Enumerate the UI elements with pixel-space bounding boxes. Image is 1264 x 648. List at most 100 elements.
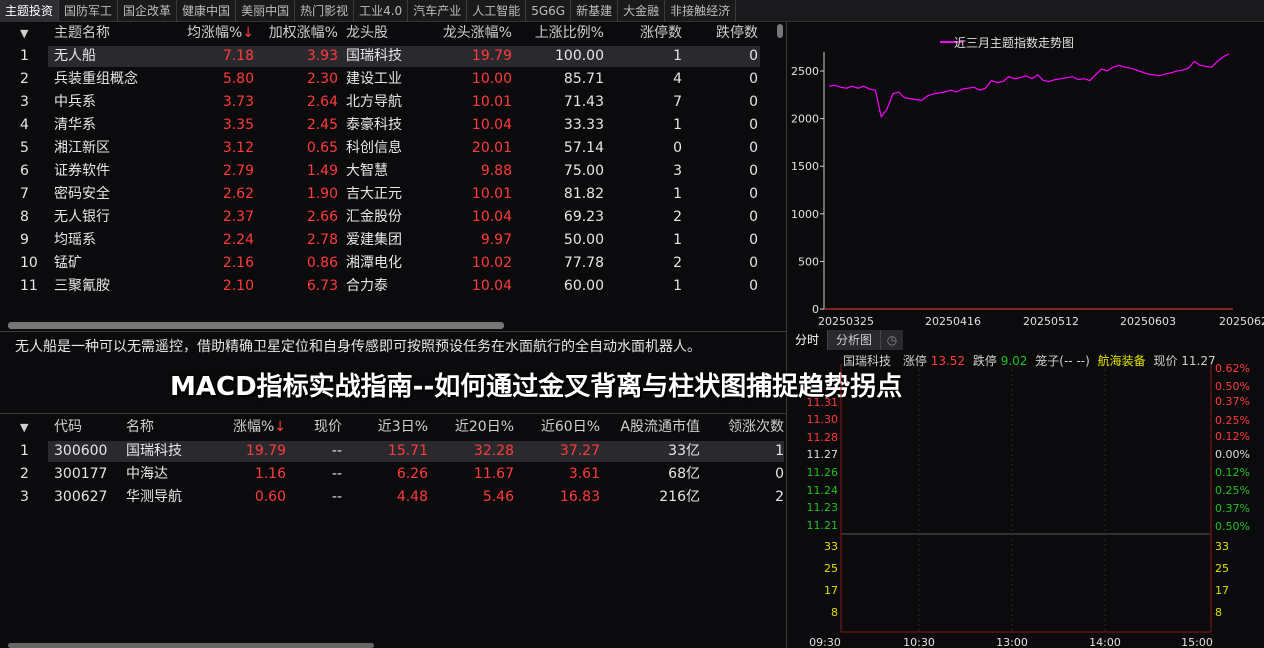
price-tick-label: 11.23 [807, 501, 839, 514]
theme-table-hscroll[interactable] [8, 322, 504, 329]
table-row[interactable]: 8 无人银行 2.37 2.66 汇金股份 10.04 69.23 2 0 [8, 206, 778, 229]
stock-header-5[interactable]: 近20日% [430, 416, 514, 439]
tab-intraday[interactable]: 分时 [787, 330, 829, 350]
time-tick-label: 09:30 [809, 636, 841, 648]
cell: 0 [749, 71, 758, 87]
cell: 3.12 [222, 140, 254, 156]
cell: 0 [775, 466, 784, 482]
cell: 0.86 [306, 255, 338, 271]
stock-table-hscroll[interactable] [8, 643, 374, 648]
table-row[interactable]: 3 300627 华测导航 0.60 -- 4.48 5.46 16.83 216亿 2 [8, 486, 784, 509]
tab-8[interactable]: 人工智能 [467, 0, 527, 22]
tab-0[interactable]: 主题投资 [0, 0, 60, 22]
table-row[interactable]: 1 300600 国瑞科技 19.79 -- 15.71 32.28 37.27 33亿 1 [8, 440, 784, 463]
table-row[interactable]: 6 证券软件 2.79 1.49 大智慧 9.88 75.00 3 0 [8, 160, 778, 183]
main-header-2[interactable]: 加权涨幅% [258, 22, 338, 45]
table-row[interactable]: 10 锰矿 2.16 0.86 湘潭电化 10.02 77.78 2 0 [8, 252, 778, 275]
cell: 5.46 [482, 489, 514, 505]
table-row[interactable]: 1 无人船 7.18 3.93 国瑞科技 19.79 100.00 1 0 [8, 45, 778, 68]
pct-tick-label: 0.37% [1215, 502, 1250, 515]
cell: 0 [749, 163, 758, 179]
tab-11[interactable]: 大金融 [618, 0, 666, 22]
cell: 泰豪科技 [346, 117, 402, 133]
main-header-3[interactable]: 龙头股 [346, 22, 436, 45]
table-row[interactable]: 9 均瑶系 2.24 2.78 爱建集团 9.97 50.00 1 0 [8, 229, 778, 252]
h-divider-top [0, 331, 786, 332]
cell: 2 [20, 466, 29, 482]
time-tick-label: 13:00 [996, 636, 1028, 648]
cell: 4 [20, 117, 29, 133]
main-header-1[interactable]: 均涨幅%↓ [176, 22, 254, 45]
cell: 证券软件 [54, 163, 110, 179]
stock-header-0[interactable]: 代码 [54, 416, 124, 439]
stock-header-1[interactable]: 名称 [126, 416, 206, 439]
stock-header-6[interactable]: 近60日% [516, 416, 600, 439]
cell: 0 [749, 140, 758, 156]
cell: 6.73 [306, 278, 338, 294]
cell: 85.71 [563, 71, 604, 87]
table-row[interactable]: 11 三聚氰胺 2.10 6.73 合力泰 10.04 60.00 1 0 [8, 275, 778, 298]
cell: 爱建集团 [346, 232, 402, 248]
cell: 1 [673, 186, 682, 202]
main-header-label: 跌停数 [716, 25, 758, 41]
table-row[interactable]: 2 兵装重组概念 5.80 2.30 建设工业 10.00 85.71 4 0 [8, 68, 778, 91]
cell: 3.93 [306, 48, 338, 64]
cell: 2.16 [222, 255, 254, 271]
stock-header-dropdown-icon[interactable]: ▼ [20, 416, 40, 439]
tab-5[interactable]: 热门影视 [295, 0, 355, 22]
cell: 300627 [54, 489, 108, 505]
tab-12[interactable]: 非接触经济 [665, 0, 737, 22]
x-tick-label: 20250416 [925, 315, 981, 328]
main-header-5[interactable]: 上涨比例% [514, 22, 604, 45]
price-tick-label: 11.27 [807, 448, 839, 461]
table-row[interactable]: 7 密码安全 2.62 1.90 吉大正元 10.01 81.82 1 0 [8, 183, 778, 206]
cell: 9.88 [480, 163, 512, 179]
tab-6[interactable]: 工业4.0 [354, 0, 409, 22]
table-row[interactable]: 4 清华系 3.35 2.45 泰豪科技 10.04 33.33 1 0 [8, 114, 778, 137]
cell: 50.00 [563, 232, 604, 248]
table-row[interactable]: 2 300177 中海达 1.16 -- 6.26 11.67 3.61 68亿 0 [8, 463, 784, 486]
cell: 71.43 [563, 94, 604, 110]
main-header-4[interactable]: 龙头涨幅% [438, 22, 512, 45]
pct-tick-label: 0.12% [1215, 430, 1250, 443]
stock-header-4[interactable]: 近3日% [344, 416, 428, 439]
cell: 无人银行 [54, 209, 110, 225]
cell: 3.61 [568, 466, 600, 482]
stock-header-8[interactable]: 领涨次数 [702, 416, 784, 439]
tab-7[interactable]: 汽车产业 [408, 0, 468, 22]
stock-header-3[interactable]: 现价 [288, 416, 342, 439]
cell: 兵装重组概念 [54, 71, 138, 87]
main-header-7[interactable]: 跌停数 [684, 22, 758, 45]
stock-header-7[interactable]: A股流通市值 [602, 416, 700, 439]
theme-table-vscroll[interactable] [776, 24, 784, 324]
cell: 300177 [54, 466, 108, 482]
cell: 0 [749, 278, 758, 294]
cell: 8 [20, 209, 29, 225]
cell: 2.79 [222, 163, 254, 179]
cell: 北方导航 [346, 94, 402, 110]
x-tick-label: 20250325 [818, 315, 874, 328]
cell: 37.27 [559, 443, 600, 459]
main-header-0[interactable]: 主题名称 [54, 22, 164, 45]
header-dropdown-icon[interactable]: ▼ [20, 22, 40, 45]
table-row[interactable]: 5 湘江新区 3.12 0.65 科创信息 20.01 57.14 0 0 [8, 137, 778, 160]
tab-analysis[interactable]: 分析图 [828, 330, 882, 350]
main-header-6[interactable]: 涨停数 [608, 22, 682, 45]
pct-tick-label: 0.50% [1215, 380, 1250, 393]
tab-4[interactable]: 美丽中国 [236, 0, 296, 22]
tab-2[interactable]: 国企改革 [118, 0, 178, 22]
tab-9[interactable]: 5G6G [526, 0, 572, 22]
cell: 6 [20, 163, 29, 179]
cell: 2.30 [306, 71, 338, 87]
tab-3[interactable]: 健康中国 [177, 0, 237, 22]
stock-table-header: ▼ 代码 名称 涨幅%↓ 现价 近3日% 近20日% 近60日% A股流通市值 领涨次数 [8, 416, 784, 439]
clock-icon[interactable]: ◷ [881, 330, 904, 350]
vscroll-thumb[interactable] [777, 24, 783, 38]
table-row[interactable]: 3 中兵系 3.73 2.64 北方导航 10.01 71.43 7 0 [8, 91, 778, 114]
stock-header-2[interactable]: 涨幅%↓ [208, 416, 286, 439]
tab-10[interactable]: 新基建 [571, 0, 619, 22]
stock-header-label: 近60日% [540, 419, 600, 435]
tab-1[interactable]: 国防军工 [59, 0, 119, 22]
price-tick-label: 11.30 [807, 413, 839, 426]
cell: 0 [749, 209, 758, 225]
